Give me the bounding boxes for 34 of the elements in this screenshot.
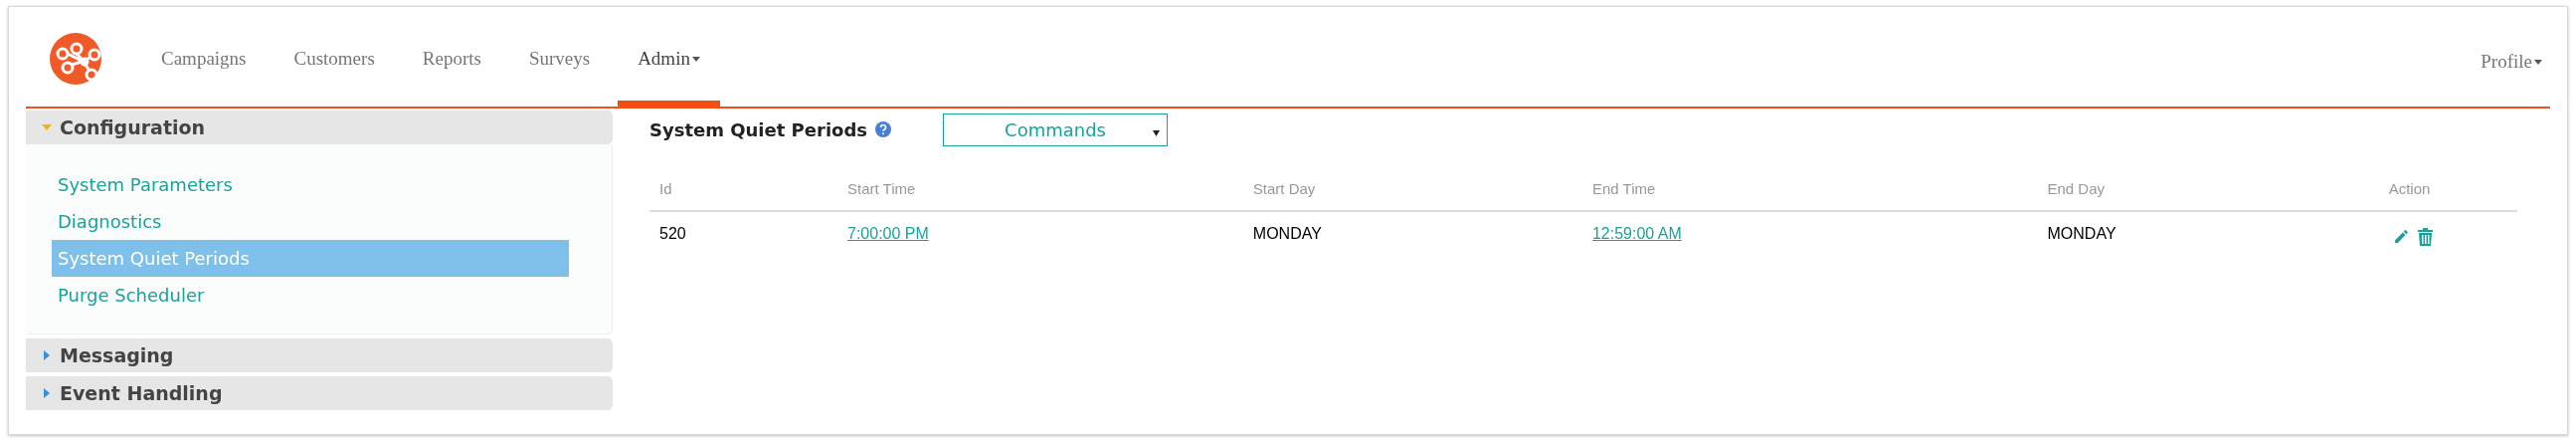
column-header: Start Time bbox=[847, 179, 916, 197]
help-icon[interactable] bbox=[875, 121, 892, 137]
accordion-header[interactable]: Configuration bbox=[26, 110, 613, 144]
nav-tab[interactable]: Customers bbox=[274, 17, 395, 107]
commands-dropdown[interactable]: Commands bbox=[943, 112, 1169, 146]
nav-tab[interactable]: Surveys bbox=[508, 17, 611, 107]
caret-icon bbox=[2534, 59, 2542, 65]
caret-right-icon bbox=[44, 350, 50, 360]
nav-tab[interactable]: Reports bbox=[402, 17, 501, 107]
sidebar-item[interactable]: Diagnostics bbox=[52, 203, 569, 240]
profile-menu[interactable]: Profile bbox=[2481, 17, 2542, 107]
column-header: Id bbox=[659, 179, 672, 197]
page-title: System Quiet Periods bbox=[649, 117, 868, 142]
column-header: Start Day bbox=[1252, 179, 1316, 197]
time-link[interactable]: 7:00:00 PM bbox=[847, 225, 929, 242]
time-link[interactable]: 12:59:00 AM bbox=[1591, 225, 1682, 242]
column-header: Action bbox=[2388, 179, 2431, 197]
delete-icon[interactable] bbox=[2417, 228, 2433, 246]
edit-icon[interactable] bbox=[2392, 228, 2410, 245]
sidebar-item[interactable]: System Parameters bbox=[52, 166, 569, 203]
column-header: End Time bbox=[1591, 179, 1656, 197]
nav-tab[interactable]: Campaigns bbox=[141, 17, 267, 107]
caret-right-icon bbox=[44, 388, 50, 398]
table-cell: MONDAY bbox=[2047, 225, 2116, 242]
column-header: End Day bbox=[2047, 179, 2106, 197]
logo-icon[interactable] bbox=[50, 33, 101, 85]
caret-icon bbox=[1153, 129, 1161, 136]
table-cell: 520 bbox=[659, 225, 686, 242]
sidebar-item[interactable]: Purge Scheduler bbox=[52, 277, 569, 314]
accordion-header[interactable]: Event Handling bbox=[26, 376, 613, 410]
caret-down-icon bbox=[42, 124, 52, 130]
accordion-header[interactable]: Messaging bbox=[26, 338, 613, 372]
table-cell: MONDAY bbox=[1252, 225, 1322, 242]
nav-tab[interactable]: Admin bbox=[618, 17, 720, 107]
